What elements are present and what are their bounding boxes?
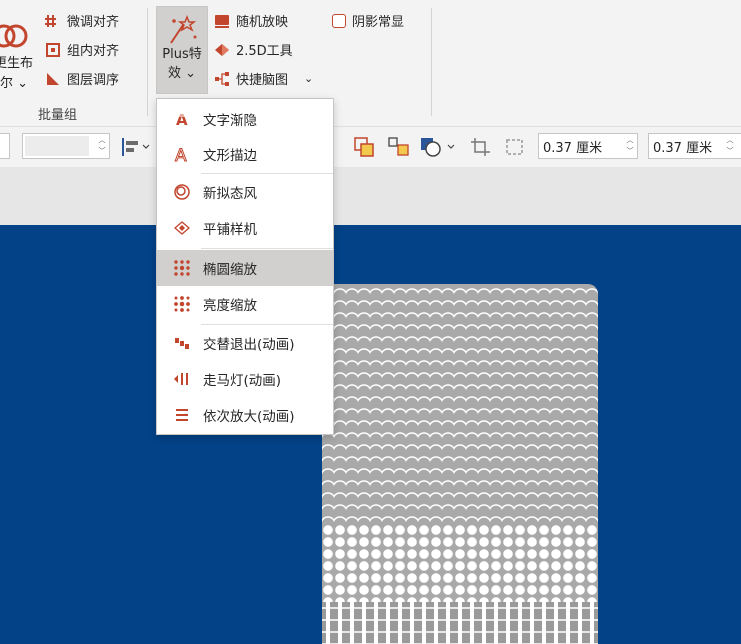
menu-item-neumorphism[interactable]: 新拟态风: [157, 174, 333, 210]
menu-separator: [201, 248, 333, 249]
dot-pattern-region: [322, 524, 598, 602]
chevron-down-icon: ⌄: [185, 66, 197, 81]
group-align-label: 组内对齐: [67, 44, 120, 59]
marquee-icon: [173, 370, 191, 388]
arrow-pattern-region: [322, 602, 598, 644]
menu-item-sequential-zoom[interactable]: 依次放大(动画): [157, 397, 333, 433]
shadow-always-show-checkbox[interactable]: 阴影常显: [332, 11, 404, 30]
mindmap-label: 快捷脑图: [236, 73, 289, 88]
tool-25d-label: 2.5D工具: [236, 44, 293, 59]
left-partial-line2: 尔 ⌄: [0, 76, 29, 91]
ellipse-zoom-icon: [173, 259, 191, 277]
random-slideshow-label: 随机放映: [236, 15, 289, 30]
layer-order-label: 图层调序: [67, 73, 120, 88]
plus-effects-button[interactable]: Plus特 效 ⌄: [156, 6, 208, 94]
plus-effects-label-line1: Plus特: [162, 47, 202, 62]
layer-order-icon: [45, 71, 61, 87]
text-outline-icon: A: [173, 145, 191, 164]
menu-item-label: 新拟态风: [203, 186, 257, 202]
menu-item-tile-sampler[interactable]: 平铺样机: [157, 210, 333, 246]
menu-item-label: 椭圆缩放: [203, 262, 257, 278]
color-swatch: [25, 136, 89, 156]
ribbon: 更生布 尔 ⌄ 微调对齐 组内对齐 图层调序 批量组 Plus特 效 ⌄ 随机放…: [0, 0, 741, 127]
fine-align-label: 微调对齐: [67, 15, 120, 30]
shape-width-value: 0.37 厘米: [653, 141, 713, 156]
menu-item-label: 亮度缩放: [203, 298, 257, 314]
menu-item-text-fade[interactable]: A 文字渐隐: [157, 101, 333, 137]
shadow-checkbox-box[interactable]: [332, 13, 346, 28]
workspace-gap: [0, 167, 741, 225]
color-field[interactable]: ︿ ﹀: [22, 133, 110, 159]
menu-item-label: 走马灯(动画): [203, 373, 282, 389]
layer-order-button[interactable]: 图层调序: [45, 69, 119, 88]
menu-item-text-outline[interactable]: A 文形描边: [157, 136, 333, 172]
menu-item-label: 文形描边: [203, 148, 257, 164]
shape-merge-icon[interactable]: [420, 136, 460, 158]
fine-align-icon: [45, 13, 61, 29]
group-separator: [147, 8, 148, 116]
ribbon-left-partial[interactable]: 更生布 尔 ⌄: [0, 10, 36, 92]
menu-item-ellipse-zoom[interactable]: 椭圆缩放: [157, 250, 333, 286]
shape-height-value: 0.37 厘米: [543, 141, 603, 156]
plus-effects-label-line2: 效 ⌄: [167, 66, 197, 81]
menu-item-marquee[interactable]: 走马灯(动画): [157, 361, 333, 397]
tool-25d-icon: [214, 42, 230, 58]
text-fade-icon: A: [173, 110, 191, 128]
width-spinner[interactable]: ︿ ﹀: [725, 136, 735, 156]
tile-sampler-icon: [173, 219, 191, 237]
align-left-icon[interactable]: [121, 137, 151, 157]
tool-25d-button[interactable]: 2.5D工具: [214, 40, 293, 59]
menu-item-brightness-zoom[interactable]: 亮度缩放: [157, 286, 333, 322]
mindmap-button[interactable]: 快捷脑图 ⌄: [214, 69, 313, 88]
group-objects-icon[interactable]: [388, 137, 410, 157]
menu-item-label: 交替退出(动画): [203, 337, 295, 353]
shape-width-field[interactable]: 0.37 厘米 ︿ ﹀: [648, 133, 741, 159]
sequential-zoom-icon: [173, 406, 191, 424]
left-partial-field[interactable]: [0, 133, 10, 159]
mindmap-icon: [214, 71, 230, 87]
group-align-icon: [45, 42, 61, 58]
arc-pattern-region: [322, 284, 598, 524]
brightness-zoom-icon: [173, 295, 191, 313]
crop-icon[interactable]: [470, 137, 492, 157]
shape-height-field[interactable]: 0.37 厘米 ︿ ﹀: [538, 133, 638, 159]
pattern-shape[interactable]: [322, 284, 598, 644]
mindmap-dropdown-icon[interactable]: ⌄: [304, 72, 313, 85]
svg-text:A: A: [175, 146, 187, 163]
left-partial-line1: 更生布: [0, 56, 34, 71]
plus-effects-menu: A 文字渐隐 A 文形描边 新拟态风 平铺样机 椭圆缩放 亮度缩放 交替退出(动…: [156, 98, 334, 435]
color-spinner[interactable]: ︿ ﹀: [97, 136, 107, 156]
bring-forward-icon[interactable]: [354, 137, 376, 157]
group-align-button[interactable]: 组内对齐: [45, 40, 119, 59]
alternate-exit-icon: [173, 334, 191, 352]
selection-pane-icon[interactable]: [504, 137, 526, 157]
height-spinner[interactable]: ︿ ﹀: [625, 136, 635, 156]
magic-wand-icon: [170, 15, 197, 44]
fine-align-button[interactable]: 微调对齐: [45, 11, 119, 30]
menu-item-label: 平铺样机: [203, 222, 257, 238]
random-slideshow-button[interactable]: 随机放映: [214, 11, 288, 30]
menu-item-alternate-exit[interactable]: 交替退出(动画): [157, 325, 333, 361]
batch-group-label: 批量组: [38, 108, 78, 123]
group-separator: [431, 8, 432, 116]
random-slideshow-icon: [214, 13, 230, 29]
neumorphism-icon: [173, 183, 191, 201]
rings-icon: [0, 24, 28, 48]
shadow-checkbox-label: 阴影常显: [352, 15, 405, 30]
menu-item-label: 依次放大(动画): [203, 409, 295, 425]
menu-item-label: 文字渐隐: [203, 113, 257, 129]
